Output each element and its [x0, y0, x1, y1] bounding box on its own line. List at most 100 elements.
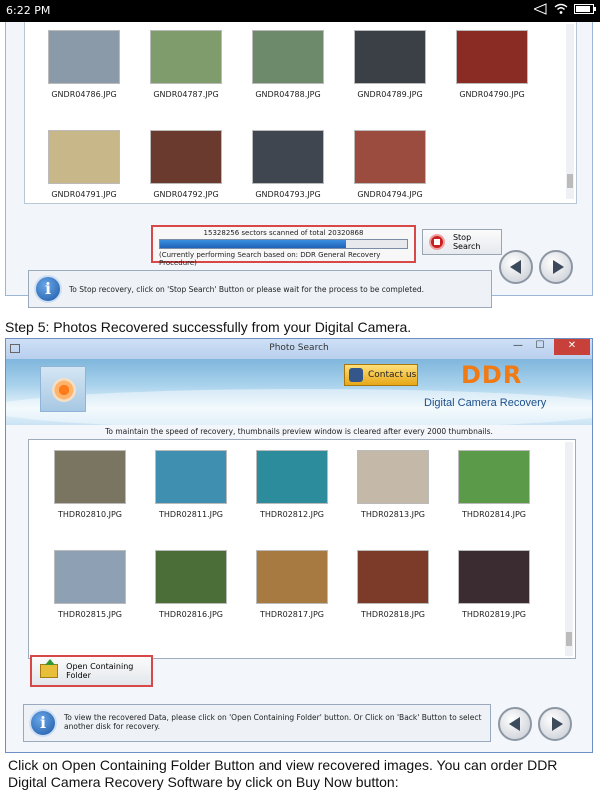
- thumbnail-item[interactable]: GNDR04793.JPG: [243, 130, 333, 199]
- thumbnail-filename: GNDR04786.JPG: [51, 90, 117, 99]
- photo-thumbnail: [54, 550, 126, 604]
- photo-thumbnail: [155, 450, 227, 504]
- bottom-caption: Click on Open Containing Folder Button a…: [8, 757, 558, 790]
- thumbnail-item[interactable]: GNDR04786.JPG: [39, 30, 129, 99]
- thumbnail-filename: GNDR04794.JPG: [357, 190, 423, 199]
- photo-thumbnail: [48, 30, 120, 84]
- thumbnail-filename: THDR02816.JPG: [159, 610, 223, 619]
- thumbnail-filename: THDR02819.JPG: [462, 610, 526, 619]
- thumbnail-filename: GNDR04793.JPG: [255, 190, 321, 199]
- product-name: Digital Camera Recovery: [424, 397, 547, 409]
- photo-thumbnail: [54, 450, 126, 504]
- scrollbar[interactable]: [565, 442, 573, 656]
- photo-thumbnail: [456, 30, 528, 84]
- info-icon: i: [29, 709, 57, 737]
- thumbnail-item[interactable]: THDR02811.JPG: [146, 450, 236, 519]
- photo-thumbnail: [150, 130, 222, 184]
- contact-us-label: Contact us: [368, 370, 417, 380]
- scan-progress-panel: GNDR04786.JPG GNDR04787.JPG GNDR04788.JPG G…: [5, 22, 593, 308]
- scrollbar[interactable]: [566, 24, 574, 199]
- photo-thumbnail: [252, 30, 324, 84]
- photo-thumbnail: [256, 450, 328, 504]
- photo-thumbnail: [252, 130, 324, 184]
- minimize-button[interactable]: —: [508, 339, 528, 355]
- photo-thumbnail: [150, 30, 222, 84]
- thumbnail-item[interactable]: GNDR04787.JPG: [141, 30, 231, 99]
- thumbnail-item[interactable]: GNDR04788.JPG: [243, 30, 333, 99]
- progress-bar: [159, 239, 408, 249]
- stop-search-label: Stop Search: [452, 233, 481, 251]
- thumbnail-filename: GNDR04792.JPG: [153, 190, 219, 199]
- thumbnail-item[interactable]: GNDR04791.JPG: [39, 130, 129, 199]
- photo-thumbnail: [357, 450, 429, 504]
- open-folder-label: Open Containing Folder: [66, 662, 134, 680]
- maximize-button[interactable]: ☐: [530, 339, 550, 355]
- thumbnail-filename: THDR02817.JPG: [260, 610, 324, 619]
- contact-us-button[interactable]: Contact us: [344, 364, 418, 386]
- thumbnail-filename: GNDR04788.JPG: [255, 90, 321, 99]
- step5-caption: Step 5: Photos Recovered successfully fr…: [5, 319, 412, 335]
- photo-thumbnail: [155, 550, 227, 604]
- battery-icon: [574, 4, 596, 14]
- signal-icon: [534, 3, 547, 15]
- photo-thumbnail: [357, 550, 429, 604]
- brand-logo: DDR: [461, 361, 523, 389]
- thumbnail-item[interactable]: THDR02812.JPG: [247, 450, 337, 519]
- folder-icon: [40, 659, 59, 678]
- info-bar: i To Stop recovery, click on 'Stop Searc…: [28, 270, 492, 308]
- thumbnail-filename: THDR02813.JPG: [361, 510, 425, 519]
- thumbnail-filename: GNDR04787.JPG: [153, 90, 219, 99]
- photo-thumbnail: [354, 30, 426, 84]
- next-button[interactable]: [539, 250, 573, 284]
- progress-note: (Currently performing Search based on: D…: [159, 251, 381, 267]
- app-logo-icon: [40, 366, 86, 412]
- thumbnail-filename: THDR02810.JPG: [58, 510, 122, 519]
- progress-text: 15328256 sectors scanned of total 203208…: [203, 229, 364, 237]
- thumbnail-filename: THDR02812.JPG: [260, 510, 324, 519]
- thumbnail-filename: GNDR04791.JPG: [51, 190, 117, 199]
- thumbnail-item[interactable]: GNDR04794.JPG: [345, 130, 435, 199]
- back-button[interactable]: [498, 707, 532, 741]
- thumbnail-item[interactable]: THDR02810.JPG: [45, 450, 135, 519]
- thumbnail-filename: THDR02815.JPG: [58, 610, 122, 619]
- back-button[interactable]: [499, 250, 533, 284]
- thumbnail-item[interactable]: THDR02815.JPG: [45, 550, 135, 619]
- stop-search-button[interactable]: Stop Search: [422, 229, 502, 255]
- thumbnail-item[interactable]: THDR02816.JPG: [146, 550, 236, 619]
- info-icon: i: [34, 275, 62, 303]
- photo-search-window: Photo Search — ☐ ✕ Contact us DDR Digita…: [5, 338, 593, 753]
- info-bar: i To view the recovered Data, please cli…: [23, 704, 491, 742]
- status-icons: [534, 3, 596, 15]
- info-text: To view the recovered Data, please click…: [64, 713, 482, 731]
- thumbnail-item[interactable]: GNDR04792.JPG: [141, 130, 231, 199]
- thumbnail-grid[interactable]: GNDR04786.JPG GNDR04787.JPG GNDR04788.JPG G…: [24, 22, 577, 204]
- title-bar: Photo Search — ☐ ✕: [6, 339, 592, 359]
- progress-box: 15328256 sectors scanned of total 203208…: [151, 225, 416, 267]
- thumbnail-item[interactable]: THDR02813.JPG: [348, 450, 438, 519]
- thumbnail-item[interactable]: THDR02817.JPG: [247, 550, 337, 619]
- open-containing-folder-button[interactable]: Open Containing Folder: [30, 655, 153, 687]
- thumbnail-filename: GNDR04790.JPG: [459, 90, 525, 99]
- window-title: Photo Search: [269, 343, 329, 353]
- photo-thumbnail: [458, 550, 530, 604]
- person-icon: [349, 368, 363, 382]
- photo-thumbnail: [256, 550, 328, 604]
- thumbnail-item[interactable]: THDR02814.JPG: [449, 450, 539, 519]
- thumbnail-item[interactable]: GNDR04790.JPG: [447, 30, 537, 99]
- photo-thumbnail: [48, 130, 120, 184]
- notice-text: To maintain the speed of recovery, thumb…: [105, 427, 493, 436]
- thumbnail-filename: GNDR04789.JPG: [357, 90, 423, 99]
- info-text: To Stop recovery, click on 'Stop Search'…: [69, 285, 424, 294]
- thumbnail-item[interactable]: THDR02818.JPG: [348, 550, 438, 619]
- thumbnail-filename: THDR02814.JPG: [462, 510, 526, 519]
- app-banner: Contact us DDR Digital Camera Recovery: [6, 359, 592, 425]
- next-button[interactable]: [538, 707, 572, 741]
- thumbnail-item[interactable]: THDR02819.JPG: [449, 550, 539, 619]
- close-button[interactable]: ✕: [554, 339, 590, 355]
- status-bar: 6:22 PM: [0, 0, 600, 22]
- thumbnail-filename: THDR02811.JPG: [159, 510, 223, 519]
- thumbnail-item[interactable]: GNDR04789.JPG: [345, 30, 435, 99]
- photo-thumbnail: [458, 450, 530, 504]
- photo-thumbnail: [354, 130, 426, 184]
- recovered-thumbnail-grid[interactable]: THDR02810.JPG THDR02811.JPG THDR02812.JPG T…: [28, 439, 576, 659]
